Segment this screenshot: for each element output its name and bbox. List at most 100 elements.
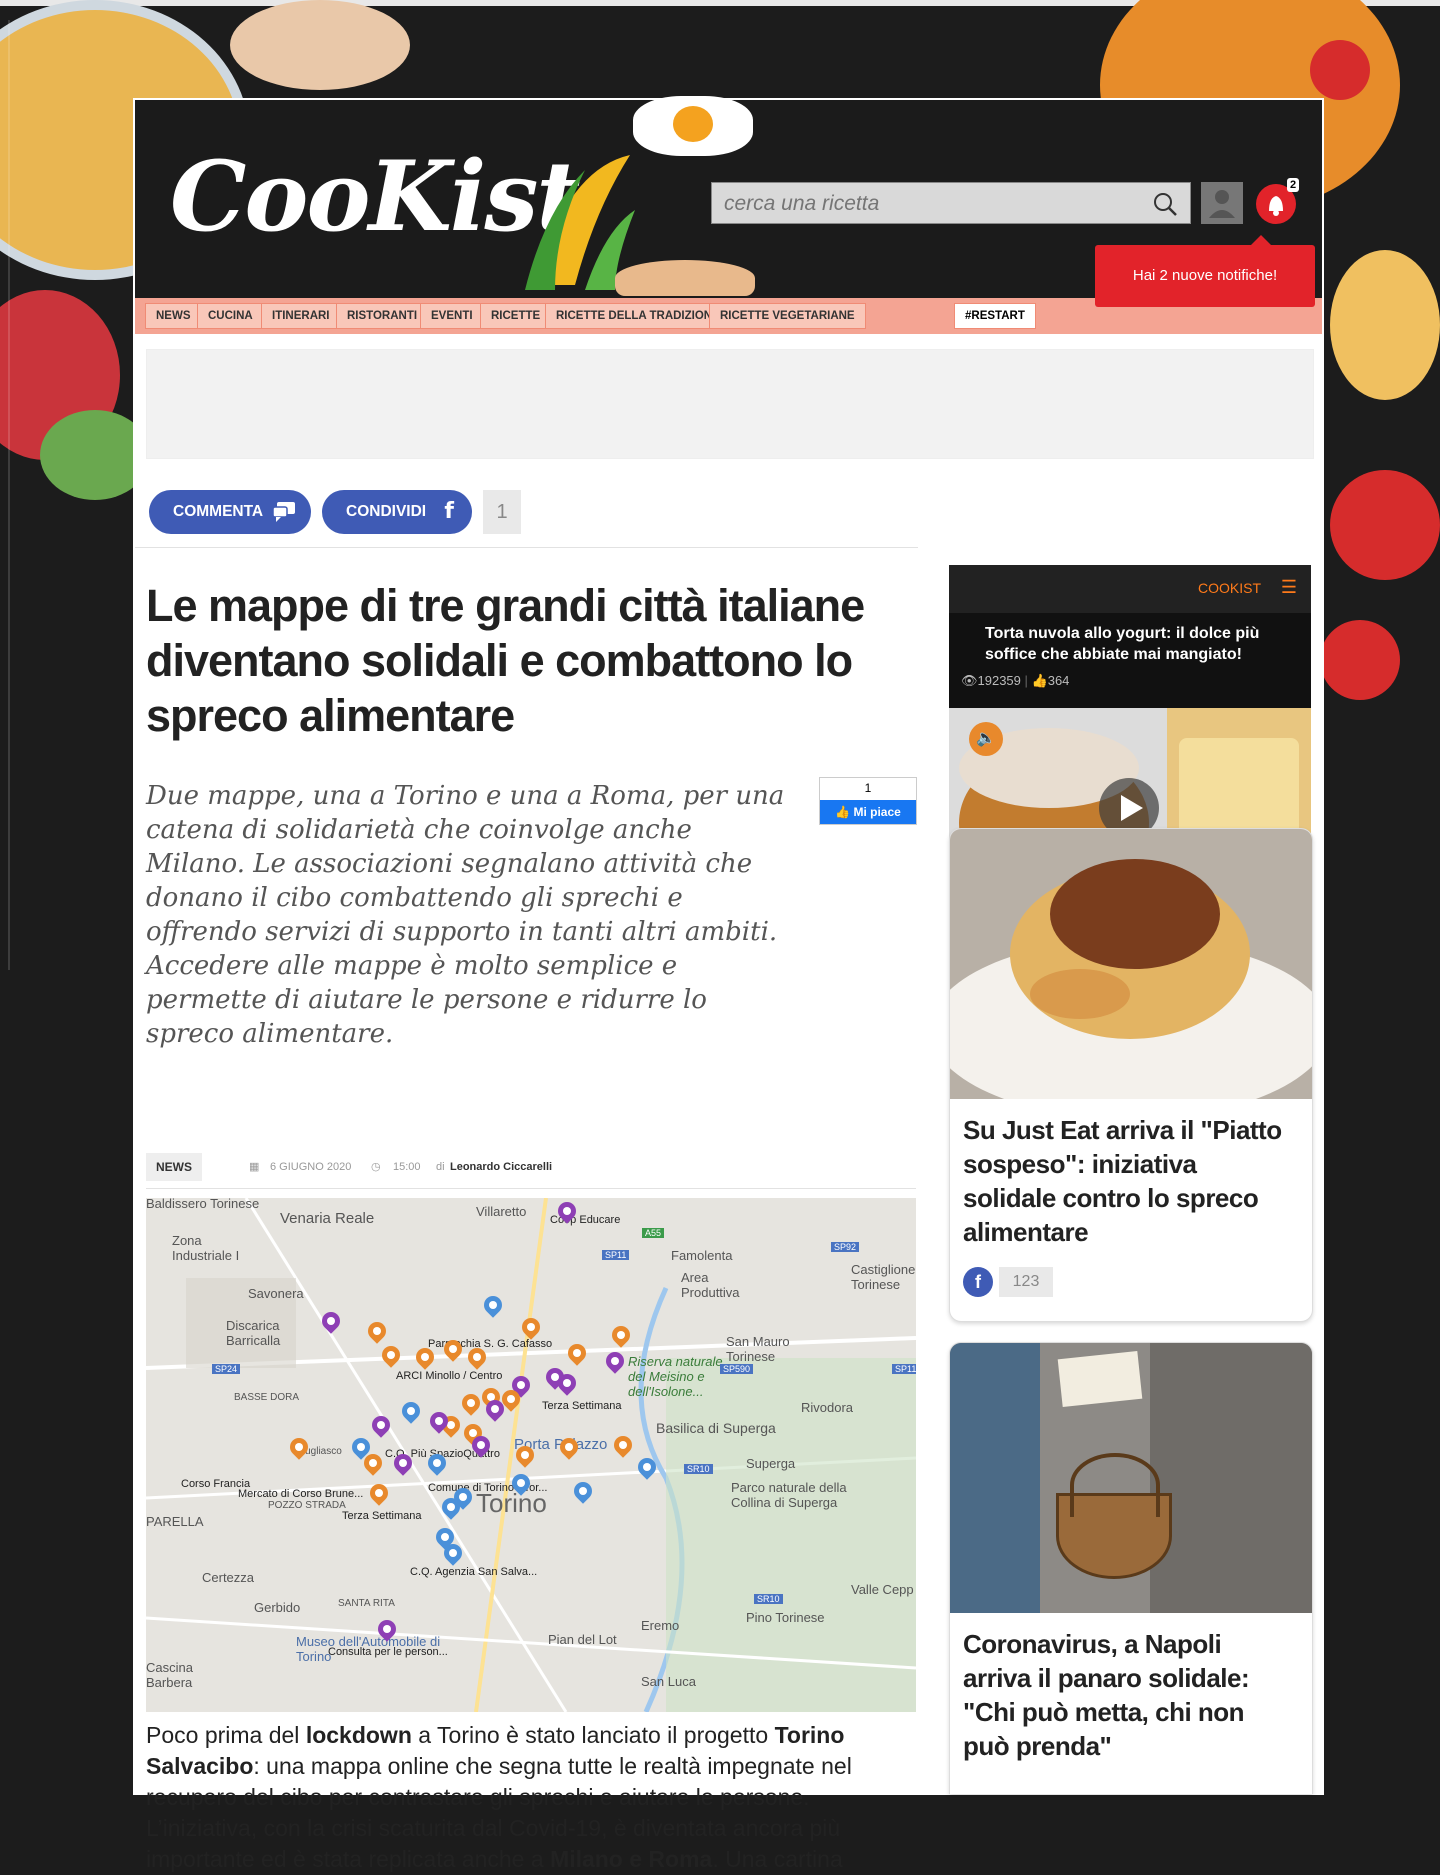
- article-lead: Due mappe, una a Torino e una a Roma, pe…: [146, 781, 785, 1049]
- mute-icon[interactable]: 🔈: [969, 722, 1003, 756]
- fb-like-button[interactable]: 👍 Mi piace: [820, 800, 916, 824]
- article-body: Poco prima del lockdown a Torino è stato…: [146, 1720, 906, 1875]
- map-label: Gerbido: [254, 1600, 301, 1615]
- nav-item-ricette-vegetariane[interactable]: RICETTE VEGETARIANE: [709, 303, 866, 329]
- road-badge: SP590: [720, 1364, 754, 1374]
- facebook-icon[interactable]: f: [963, 1267, 993, 1297]
- page-container: CooKist 2 Hai 2 nuove notifiche! NEWS CU…: [133, 96, 1324, 1872]
- comment-button-label: COMMENTA: [173, 503, 264, 520]
- map-label: Pian del Lot: [548, 1632, 617, 1647]
- user-icon: [1209, 190, 1235, 218]
- road-badge: SP11: [892, 1364, 916, 1374]
- nav-item-eventi[interactable]: EVENTI: [420, 303, 484, 329]
- road-badge: SP24: [212, 1364, 241, 1374]
- road-badge: A55: [642, 1228, 665, 1238]
- map-label: Eremo: [641, 1618, 680, 1633]
- nav-item-restart[interactable]: #RESTART: [954, 303, 1036, 329]
- related-article-card[interactable]: Coronavirus, a Napoli arriva il panaro s…: [949, 1342, 1313, 1794]
- share-button-label: CONDIVIDI: [346, 503, 427, 520]
- map-label: PARELLA: [146, 1514, 204, 1529]
- handwritten-sign: [1057, 1350, 1143, 1408]
- torino-map[interactable]: Baldissero Torinese Venaria Reale Villar…: [146, 1198, 916, 1712]
- map-label: San Luca: [641, 1674, 696, 1689]
- nav-item-ristoranti[interactable]: RISTORANTI: [336, 303, 429, 329]
- search-input[interactable]: [712, 183, 1146, 225]
- map-label: Torino: [476, 1488, 547, 1518]
- facebook-icon: f: [444, 499, 454, 524]
- article-date: 6 GIUGNO 2020: [270, 1161, 352, 1173]
- user-login-button[interactable]: [1201, 182, 1243, 224]
- map-label: Pino Torinese: [746, 1610, 825, 1625]
- map-label: Villaretto: [476, 1204, 527, 1219]
- map-label: Zona Industriale I: [172, 1233, 240, 1263]
- map-label: POZZO STRADA: [268, 1500, 346, 1511]
- map-label: Terza Settimana: [342, 1510, 422, 1522]
- author-name[interactable]: Leonardo Ciccarelli: [450, 1153, 552, 1181]
- video-views: 192359: [977, 673, 1021, 688]
- map-label: SANTA RITA: [338, 1598, 395, 1609]
- fb-like-count: 1: [864, 781, 872, 795]
- map-label: Parco naturale della Collina di Superga: [731, 1480, 847, 1510]
- nav-item-itinerari[interactable]: ITINERARI: [261, 303, 341, 329]
- map-label: Venaria Reale: [280, 1210, 375, 1227]
- nav-item-cucina[interactable]: CUCINA: [197, 303, 264, 329]
- comment-icon: [273, 502, 295, 522]
- nav-item-news[interactable]: NEWS: [145, 303, 202, 329]
- divider: [135, 547, 918, 548]
- thumbs-up-icon: 👍: [835, 805, 854, 819]
- map-label: Valle Cepp: [851, 1582, 914, 1597]
- body-bold: lockdown: [305, 1722, 412, 1748]
- video-title[interactable]: Torta nuvola allo yogurt: il dolce più s…: [985, 623, 1285, 665]
- map-label: Savonera: [248, 1286, 304, 1301]
- road-badge: SR10: [754, 1594, 783, 1604]
- category-badge[interactable]: NEWS: [146, 1153, 202, 1181]
- video-stats: 👁192359 | 👍364: [961, 673, 1070, 688]
- map-label: Area Produttiva: [681, 1270, 740, 1300]
- related-article-card[interactable]: Su Just Eat arriva il "Piatto sospeso": …: [949, 828, 1313, 1322]
- map-label: Castiglione Torinese: [851, 1262, 916, 1292]
- map-label: San Mauro Torinese: [726, 1334, 790, 1364]
- egg-illustration: [633, 96, 753, 156]
- search-icon[interactable]: [1152, 191, 1178, 217]
- thumbs-up-icon: 👍: [1031, 673, 1048, 688]
- body-text: . Una cartina: [712, 1846, 843, 1872]
- notification-popup[interactable]: Hai 2 nuove notifiche!: [1095, 235, 1315, 307]
- card-title[interactable]: Coronavirus, a Napoli arriva il panaro s…: [963, 1627, 1293, 1763]
- article-time: 15:00: [393, 1161, 421, 1173]
- map-label: Riserva naturale del Meisino e dell'Isol…: [628, 1354, 723, 1399]
- playlist-icon[interactable]: ☰: [1281, 577, 1297, 598]
- eye-icon: 👁: [961, 673, 978, 688]
- video-likes: 364: [1047, 673, 1070, 688]
- article-meta: NEWS ▦ 6 GIUGNO 2020 ◷ 15:00 di Leonardo…: [146, 1153, 916, 1181]
- pasta-image: [950, 829, 1312, 1099]
- corn-illustration: [525, 155, 635, 290]
- basket-image: [950, 1343, 1312, 1613]
- cookist-logo[interactable]: CooKist: [170, 140, 581, 253]
- map-label: Mercato di Corso Brune...: [238, 1488, 364, 1500]
- share-count: 1: [483, 490, 521, 534]
- facebook-like-widget[interactable]: 1 👍 Mi piace: [819, 777, 917, 825]
- map-label: C.Q. Agenzia San Salva...: [410, 1566, 538, 1578]
- map-label: Terza Settimana: [542, 1400, 622, 1412]
- notification-count-badge: 2: [1287, 178, 1300, 192]
- map-label: BASSE DORA: [234, 1392, 300, 1403]
- comment-button[interactable]: COMMENTA: [149, 490, 311, 534]
- map-label: Superga: [746, 1456, 796, 1471]
- road-badge: SP92: [831, 1242, 860, 1252]
- video-channel-label: COOKIST: [1197, 580, 1261, 596]
- nav-item-ricette-tradizione[interactable]: RICETTE DELLA TRADIZIONE: [545, 303, 731, 329]
- map-label: Consulta per le person...: [328, 1646, 448, 1658]
- eggshell-illustration: [615, 260, 755, 296]
- body-bold: Milano e Roma: [550, 1846, 713, 1872]
- map-label: Basilica di Superga: [656, 1420, 776, 1436]
- map-label: Discarica Barricalla: [226, 1318, 281, 1348]
- article-title: Le mappe di tre grandi città italiane di…: [146, 580, 865, 741]
- fb-like-label: Mi piace: [853, 805, 901, 819]
- calendar-icon: ▦: [249, 1161, 260, 1173]
- nav-item-ricette[interactable]: RICETTE: [480, 303, 552, 329]
- author-prefix: di: [436, 1161, 445, 1173]
- map-label: Certezza: [202, 1570, 255, 1585]
- card-title[interactable]: Su Just Eat arriva il "Piatto sospeso": …: [963, 1113, 1293, 1249]
- body-text: a Torino è stato lanciato il progetto: [411, 1722, 775, 1748]
- share-facebook-button[interactable]: CONDIVIDI f: [322, 490, 472, 534]
